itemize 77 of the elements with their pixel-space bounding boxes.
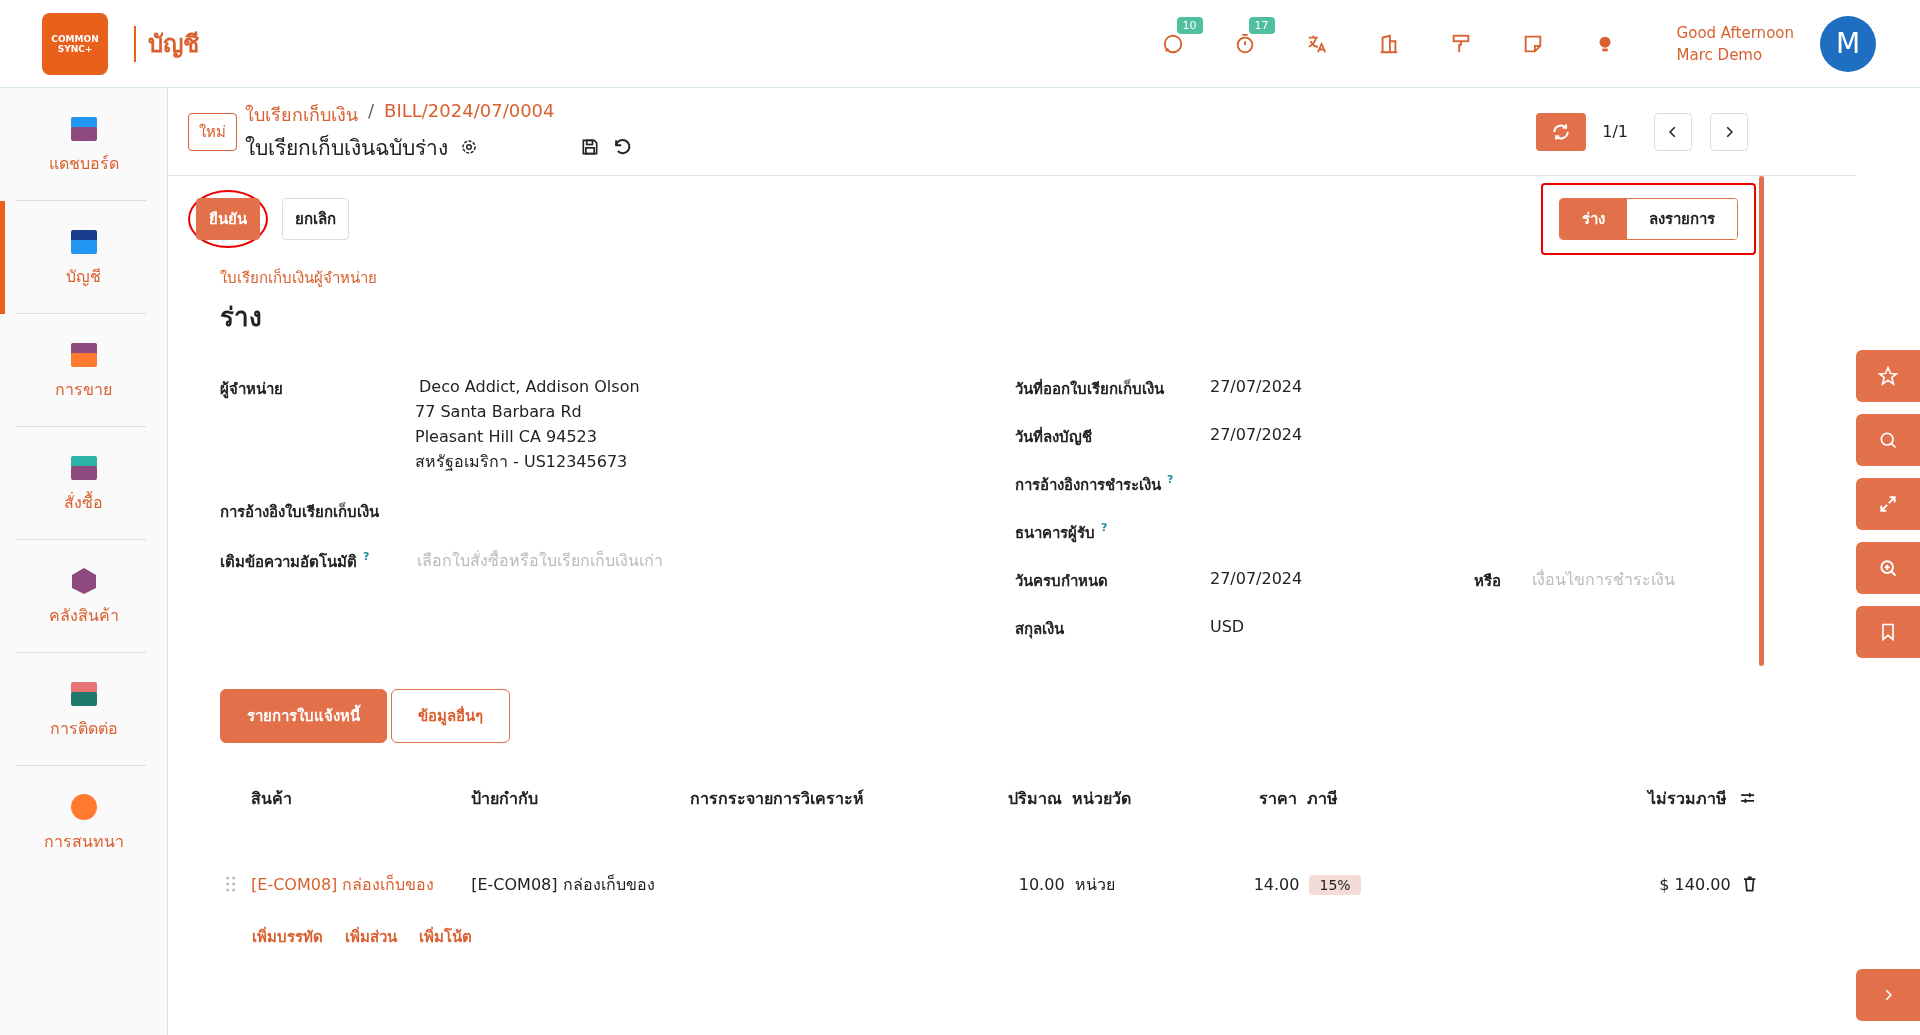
logo-text: SYNC+ [57, 43, 93, 54]
bookmark-button[interactable] [1856, 606, 1920, 658]
table-cell-text: 10.00 [1017, 874, 1065, 894]
app-title: บัญชี [148, 29, 199, 60]
document-type: ใบเรียกเก็บเงินผู้จำหน่าย [220, 267, 378, 289]
breadcrumb-link[interactable]: ใบเรียกเก็บเงิน [245, 99, 358, 129]
help-mark[interactable]: ? [1101, 521, 1108, 545]
trash-icon[interactable] [1742, 876, 1756, 892]
add-link[interactable]: เพิ่มส่วน [345, 925, 397, 949]
refresh-button[interactable] [1536, 112, 1587, 151]
field-value: USD [1210, 617, 1246, 636]
table-cell-text: $ 140.00 [1658, 874, 1731, 894]
settings-icon[interactable] [460, 138, 478, 156]
expand-button[interactable] [1856, 478, 1920, 530]
pager-counter: 1/1 [1602, 122, 1628, 141]
tab[interactable]: รายการใบแจ้งหนี้ [220, 689, 387, 743]
star-icon [1878, 366, 1898, 386]
help-mark[interactable]: ? [1167, 473, 1174, 497]
search-icon [1878, 430, 1898, 450]
logo-text: COMMON [51, 33, 99, 44]
column-header[interactable]: ไม่รวมภาษี [1392, 785, 1727, 811]
field-label: เติมข้อความอัตโนมัติ [220, 552, 357, 573]
field-label: การอ้างอิงใบเรียกเก็บเงิน [220, 501, 379, 523]
undo-icon[interactable] [612, 137, 632, 157]
vendor-value: 77 Santa Barbara Rd [415, 401, 583, 423]
avatar[interactable]: M [1820, 15, 1876, 72]
field-label: วันที่ออกใบเรียกเก็บเงิน [1015, 377, 1164, 400]
column-header[interactable]: การกระจายการวิเคราะห์ [690, 785, 948, 811]
action-button[interactable]: ยืนยัน [196, 198, 260, 240]
record-title: ใบเรียกเก็บเงินฉบับร่าง [245, 133, 448, 162]
field-label: ธนาคารผู้รับ [1015, 523, 1095, 545]
column-header[interactable]: ราคา [1167, 785, 1297, 811]
column-header[interactable]: ภาษี [1296, 785, 1393, 811]
greeting: Good Afternoon [1676, 22, 1794, 44]
notification-badge: 10 [1176, 16, 1203, 34]
new-button[interactable]: ใหม่ [188, 112, 237, 151]
expand-icon [1878, 494, 1898, 514]
help-mark[interactable]: ? [363, 550, 370, 574]
star-button[interactable] [1856, 350, 1920, 402]
column-header[interactable]: หน่วยวัด [1062, 785, 1168, 811]
notification-badge: 17 [1248, 16, 1275, 34]
column-header[interactable]: สินค้า [251, 785, 471, 811]
field-value: 27/07/2024 [1210, 377, 1304, 396]
vendor-value: Deco Addict, Addison Olson [418, 376, 640, 398]
tax-tag: 15% [1309, 874, 1361, 895]
table-cell-text: หน่วย [1073, 873, 1116, 896]
chat-icon[interactable] [1161, 32, 1184, 55]
field-label: สกุลเงิน [1015, 619, 1064, 641]
zoom-in-icon [1878, 558, 1898, 578]
status-stage[interactable]: ร่าง [1560, 199, 1627, 239]
field-value: 27/07/2024 [1210, 569, 1304, 588]
save-icon[interactable] [580, 137, 600, 157]
user-name: Marc Demo [1676, 44, 1764, 66]
search-button[interactable] [1856, 414, 1920, 466]
table-cell-text: 14.00 [1252, 874, 1300, 894]
action-button[interactable]: ยกเลิก [282, 198, 349, 240]
vendor-value: Pleasant Hill CA 94523 [415, 426, 598, 448]
add-link[interactable]: เพิ่มโน้ต [419, 925, 472, 949]
column-header[interactable]: ป้ายกำกับ [470, 785, 691, 811]
field-label: วันครบกำหนด [1015, 571, 1108, 592]
document-state: ร่าง [220, 301, 263, 334]
table-cell[interactable]: [E-COM08] กล่องเก็บของ [251, 871, 472, 897]
logo[interactable]: COMMON SYNC+ [42, 12, 108, 75]
tab[interactable]: ข้อมูลอื่นๆ [391, 689, 510, 743]
sidebar-item[interactable]: การสนทนา [0, 766, 167, 879]
field-value: 27/07/2024 [1210, 425, 1304, 444]
field-label: การอ้างอิงการชำระเงิน [1015, 475, 1161, 496]
record-name: BILL/2024/07/0004 [384, 99, 555, 123]
add-link[interactable]: เพิ่มบรรทัด [252, 925, 323, 949]
breadcrumb-separator: / [368, 99, 375, 123]
zoom-button[interactable] [1856, 542, 1920, 594]
or-label: หรือ [1474, 571, 1502, 592]
field-label: วันที่ลงบัญชี [1015, 425, 1092, 448]
table-cell-text: [E-COM08] กล่องเก็บของ [471, 873, 656, 896]
field-label: ผู้จำหน่าย [220, 379, 283, 401]
vendor-value: สหรัฐอเมริกา - US12345673 [415, 451, 629, 473]
column-header[interactable]: ปริมาณ [947, 785, 1063, 811]
